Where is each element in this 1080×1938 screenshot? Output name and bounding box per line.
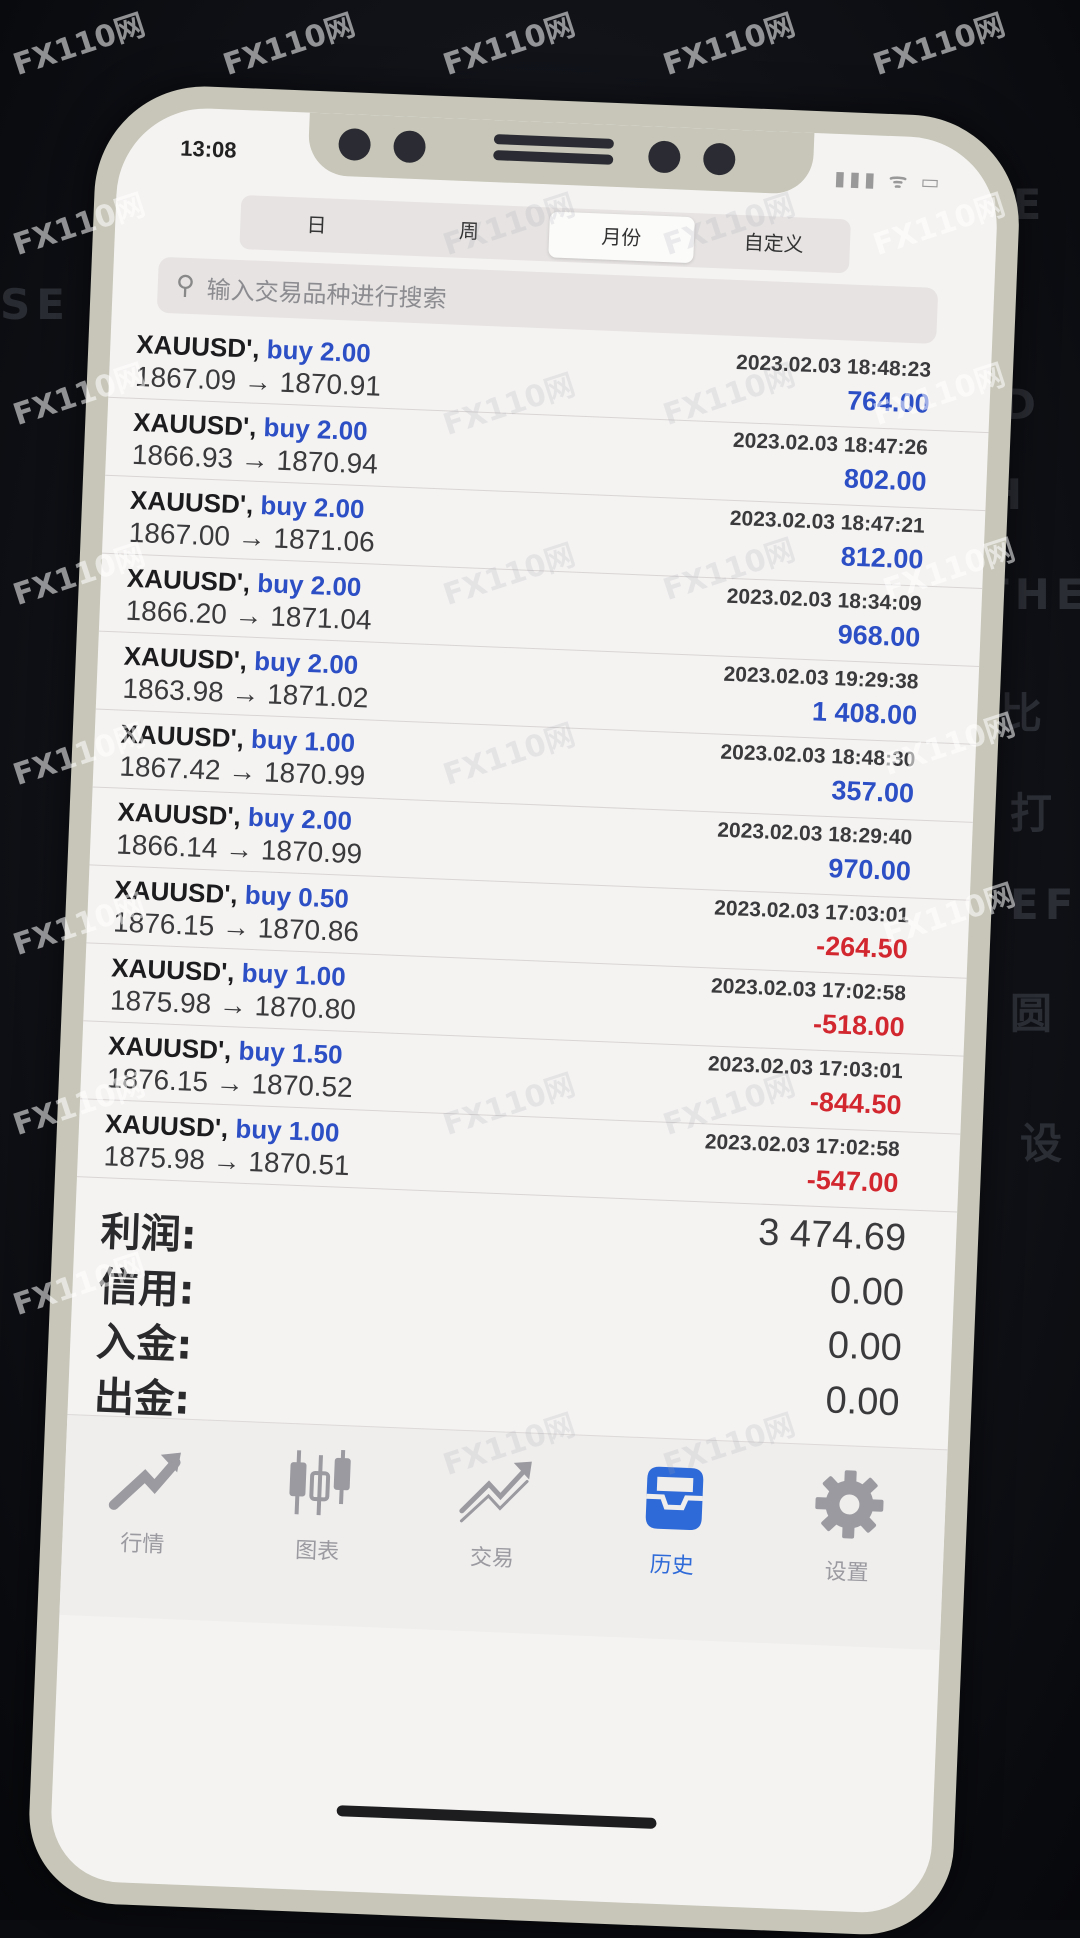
trade-symbol: XAUUSD' xyxy=(107,1030,225,1065)
summary-value: 0.00 xyxy=(826,1324,903,1370)
tab-chart[interactable]: 图表 xyxy=(247,1440,392,1568)
account-summary: 利润: 3 474.69 信用: 0.00 入金: 0.00 出金: 0.00 xyxy=(67,1184,957,1449)
trade-profit: 968.00 xyxy=(837,619,921,653)
tab-label: 图表 xyxy=(294,1538,340,1565)
search-placeholder: 输入交易品种进行搜索 xyxy=(206,275,448,313)
trade-profit: 970.00 xyxy=(827,853,912,887)
trade-datetime: 2023.02.03 17:02:58 xyxy=(704,1130,901,1162)
trade-symbol: XAUUSD' xyxy=(132,406,250,442)
chart-icon xyxy=(248,1440,391,1526)
tab-quotes[interactable]: 行情 xyxy=(72,1433,217,1561)
trade-profit: 1 408.00 xyxy=(811,696,918,731)
trade-symbol: XAUUSD' xyxy=(129,484,247,520)
summary-value: 3 474.69 xyxy=(757,1211,907,1260)
background-text: SE xyxy=(0,280,71,329)
summary-value: 0.00 xyxy=(829,1269,905,1315)
home-indicator[interactable] xyxy=(336,1805,657,1829)
background-text: 设 xyxy=(1020,1119,1069,1168)
trade-symbol: XAUUSD' xyxy=(135,328,253,364)
trade-datetime: 2023.02.03 17:02:58 xyxy=(710,974,907,1006)
trade-action: buy 1.00 xyxy=(234,1113,341,1148)
quotes-icon xyxy=(73,1433,216,1519)
trade-action: buy 1.50 xyxy=(237,1035,344,1070)
phone-frame: 13:08 ▮▮▮ ᯤ ▭ 日 周 月份 自定义 ⚲ 输入交易品种进行搜索 XA… xyxy=(25,82,1024,1938)
tab-settings[interactable]: 设置 xyxy=(776,1462,921,1590)
tab-label: 交易 xyxy=(469,1545,515,1573)
settings-icon xyxy=(778,1462,921,1548)
trade-datetime: 2023.02.03 19:29:38 xyxy=(723,662,919,694)
background-text: 打 xyxy=(1010,789,1059,838)
trade-profit: 802.00 xyxy=(843,463,928,497)
status-time: 13:08 xyxy=(179,135,238,163)
trade-symbol: XAUUSD' xyxy=(123,640,241,676)
trade-symbol: XAUUSD' xyxy=(117,796,235,832)
trade-action: buy 1.00 xyxy=(241,957,347,992)
background-text: EF xyxy=(1010,880,1080,929)
trade-action: buy 2.00 xyxy=(259,490,366,525)
trade-action: buy 0.50 xyxy=(244,879,350,914)
trade-profit: -547.00 xyxy=(806,1164,899,1199)
tab-label: 设置 xyxy=(824,1559,870,1587)
trade-action: buy 1.00 xyxy=(250,723,356,758)
period-tab-day[interactable]: 日 xyxy=(243,199,389,251)
trade-action: buy 2.00 xyxy=(263,412,369,447)
status-icons: ▮▮▮ ᯤ ▭ xyxy=(833,167,944,195)
trade-action: buy 2.00 xyxy=(247,801,353,836)
trade-action: buy 2.00 xyxy=(253,645,359,681)
background-text: 圆 xyxy=(1010,989,1059,1038)
trade-profit: 357.00 xyxy=(830,775,915,809)
summary-value: 0.00 xyxy=(824,1379,901,1425)
trade-datetime: 2023.02.03 18:29:40 xyxy=(716,818,913,850)
search-icon: ⚲ xyxy=(175,270,196,302)
trade-action: buy 2.00 xyxy=(256,567,362,603)
tab-label: 历史 xyxy=(649,1552,695,1580)
trade-action: buy 2.00 xyxy=(266,334,372,369)
trade-symbol: XAUUSD' xyxy=(104,1108,222,1143)
tab-label: 行情 xyxy=(119,1531,165,1558)
trade-profit: -844.50 xyxy=(809,1086,903,1121)
trade-datetime: 2023.02.03 18:47:26 xyxy=(732,428,929,460)
trade-symbol: XAUUSD' xyxy=(110,952,228,988)
trade-profit: -518.00 xyxy=(812,1008,906,1043)
